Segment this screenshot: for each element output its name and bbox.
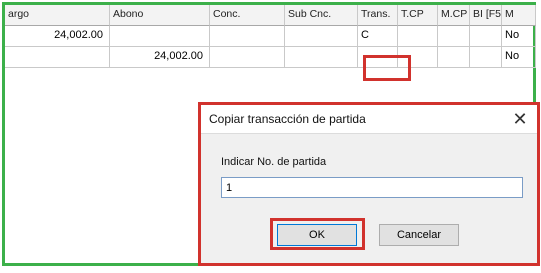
partida-number-input[interactable] bbox=[221, 177, 523, 198]
col-header-trans[interactable]: Trans. bbox=[358, 5, 398, 26]
cell-cargo[interactable] bbox=[5, 47, 110, 68]
copy-transaction-dialog: Copiar transacción de partida ✕ Indicar … bbox=[198, 102, 540, 266]
cell-abono[interactable] bbox=[110, 26, 210, 47]
trans-cell-highlight bbox=[363, 55, 411, 81]
cell-cargo[interactable]: 24,002.00 bbox=[5, 26, 110, 47]
dialog-body: Indicar No. de partida OK Cancelar bbox=[201, 134, 537, 263]
col-header-abono[interactable]: Abono bbox=[110, 5, 210, 26]
cell-mcp[interactable] bbox=[438, 47, 470, 68]
cell-m[interactable]: No bbox=[502, 47, 536, 68]
cancel-button[interactable]: Cancelar bbox=[379, 224, 459, 246]
col-header-m[interactable]: M bbox=[502, 5, 536, 26]
cell-tcp[interactable] bbox=[398, 26, 438, 47]
transactions-grid: argo Abono Conc. Sub Cnc. Trans. T.CP M.… bbox=[5, 5, 536, 68]
col-header-tcp[interactable]: T.CP bbox=[398, 5, 438, 26]
col-header-cargo[interactable]: argo bbox=[5, 5, 110, 26]
partida-number-label: Indicar No. de partida bbox=[221, 156, 327, 168]
col-header-mcp[interactable]: M.CP bbox=[438, 5, 470, 26]
cell-trans[interactable]: C bbox=[358, 26, 398, 47]
table-row[interactable]: 24,002.00 No bbox=[5, 47, 536, 68]
cell-abono[interactable]: 24,002.00 bbox=[110, 47, 210, 68]
ok-button[interactable]: OK bbox=[277, 224, 357, 246]
cell-sub-cnc[interactable] bbox=[285, 26, 358, 47]
grid-header-row: argo Abono Conc. Sub Cnc. Trans. T.CP M.… bbox=[5, 5, 536, 26]
cell-conc[interactable] bbox=[210, 26, 285, 47]
cell-sub-cnc[interactable] bbox=[285, 47, 358, 68]
table-row[interactable]: 24,002.00 C No bbox=[5, 26, 536, 47]
col-header-sub-cnc[interactable]: Sub Cnc. bbox=[285, 5, 358, 26]
close-icon[interactable]: ✕ bbox=[509, 108, 531, 130]
cell-mcp[interactable] bbox=[438, 26, 470, 47]
cell-bi[interactable] bbox=[470, 47, 502, 68]
cell-conc[interactable] bbox=[210, 47, 285, 68]
dialog-titlebar[interactable]: Copiar transacción de partida ✕ bbox=[201, 105, 537, 134]
cell-bi[interactable] bbox=[470, 26, 502, 47]
dialog-title: Copiar transacción de partida bbox=[209, 112, 366, 126]
cell-m[interactable]: No bbox=[502, 26, 536, 47]
col-header-bi[interactable]: BI [F5] bbox=[470, 5, 502, 26]
col-header-conc[interactable]: Conc. bbox=[210, 5, 285, 26]
